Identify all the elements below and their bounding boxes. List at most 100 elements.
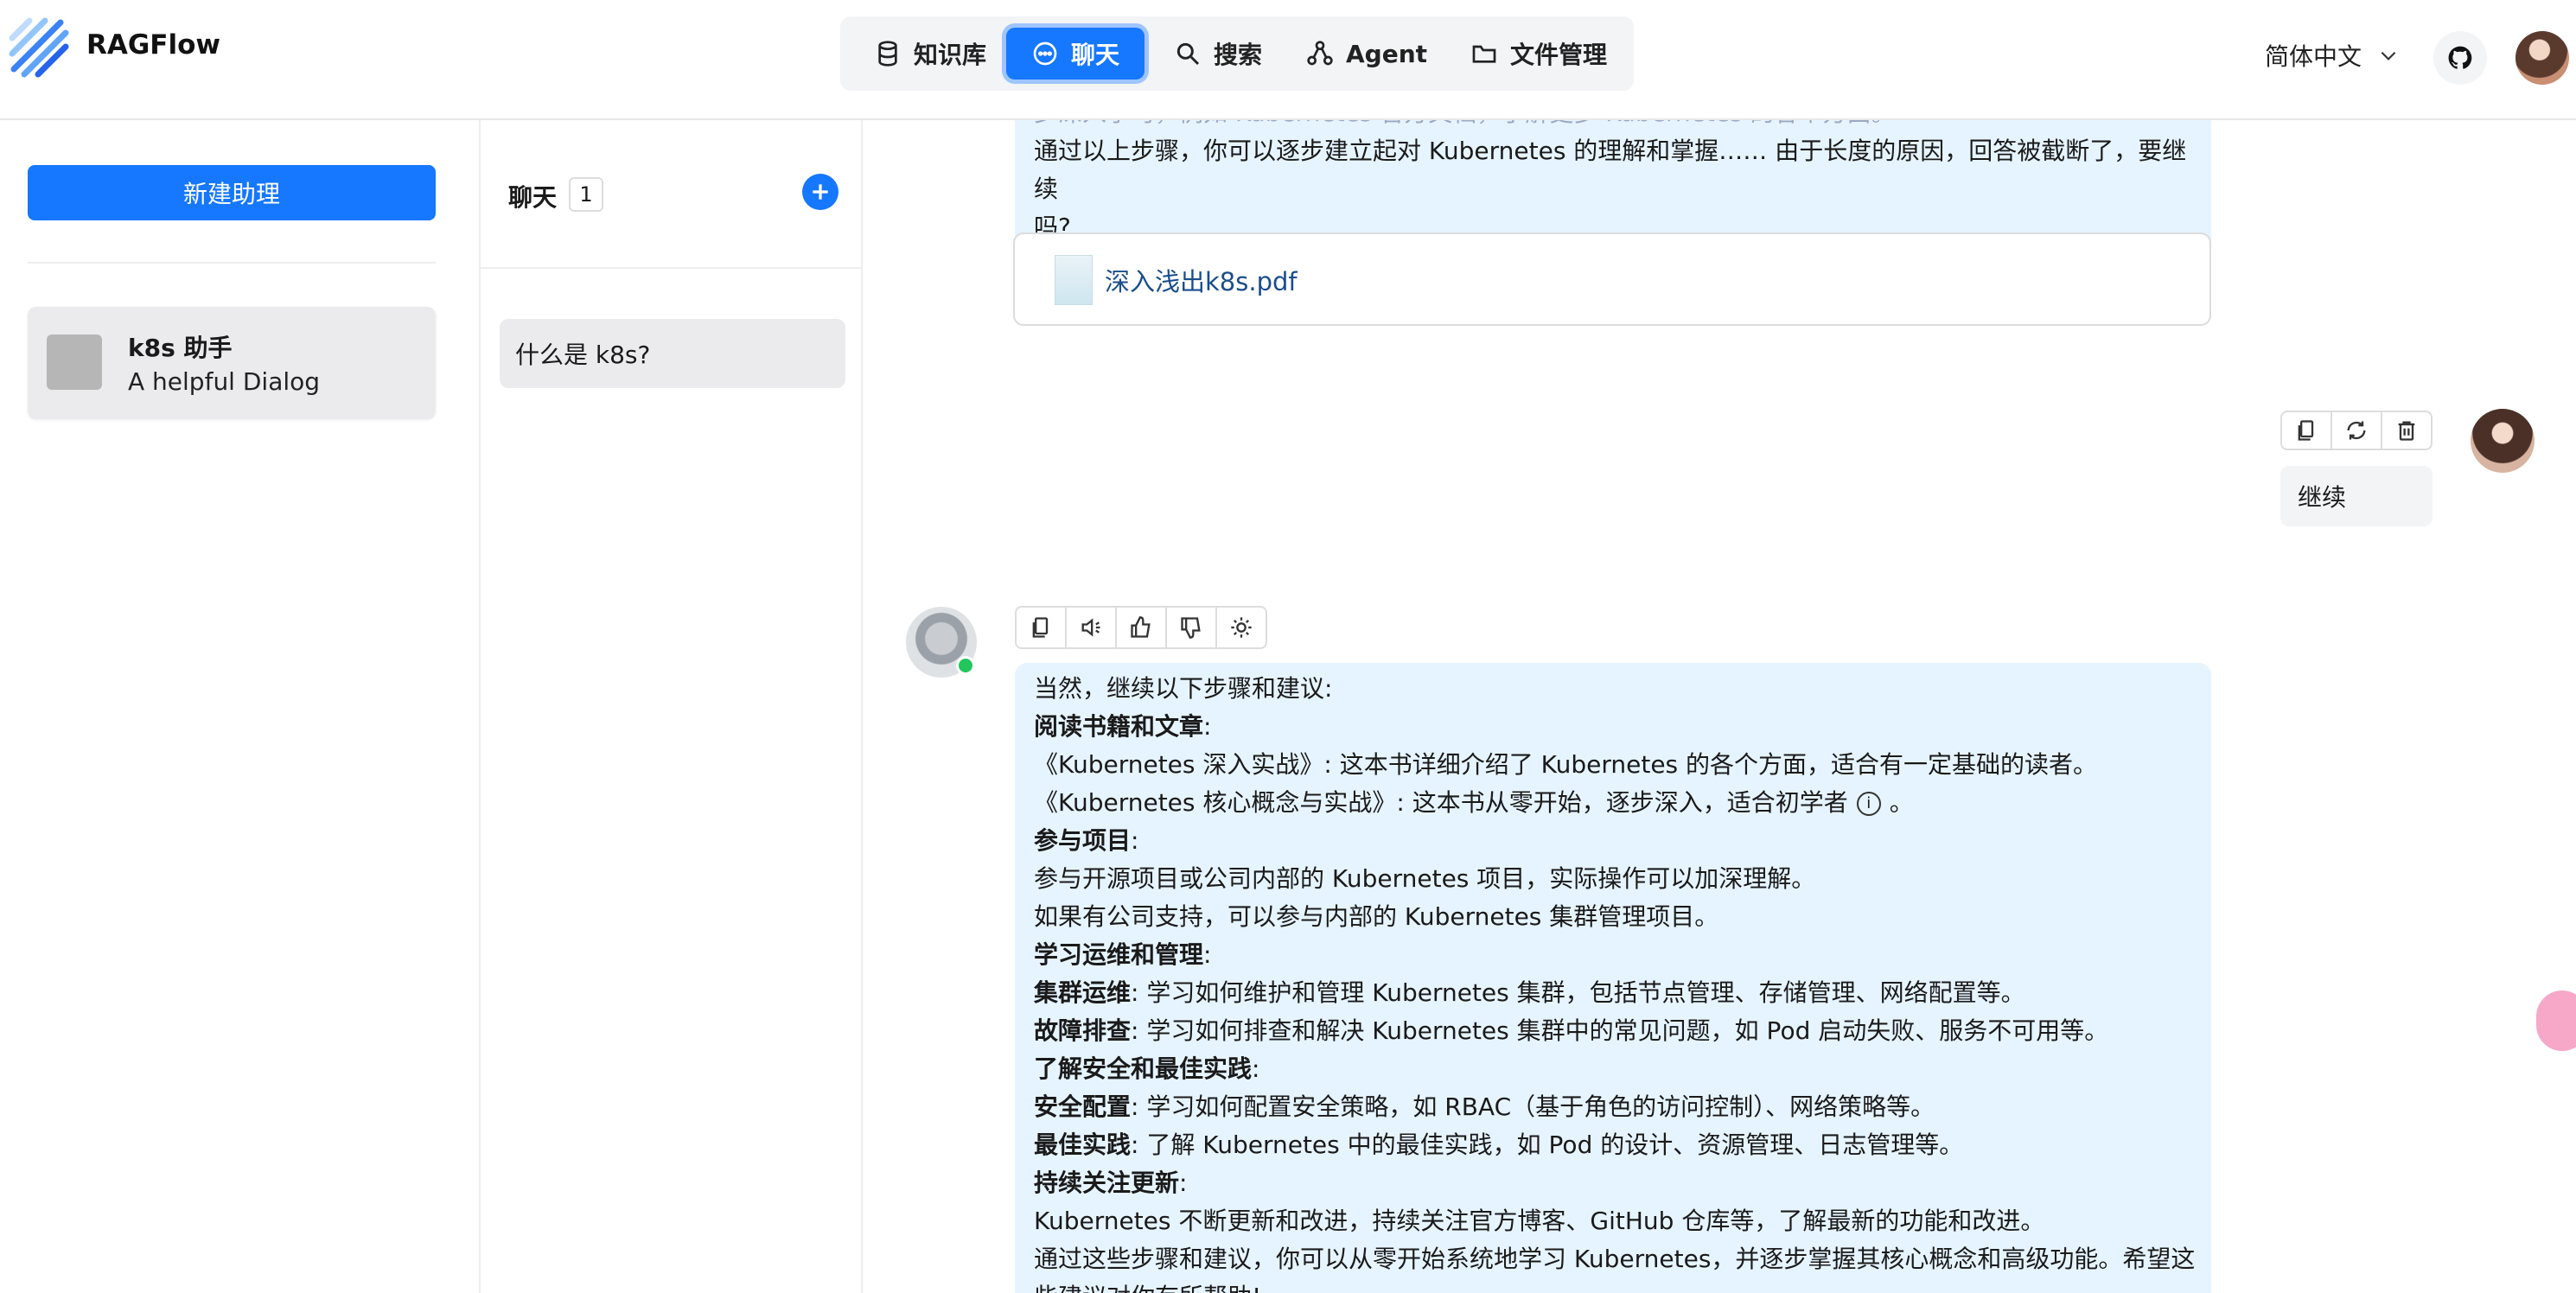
message-line: 了解安全和最佳实践: (1034, 1050, 2192, 1088)
line-text: : 学习如何维护和管理 Kubernetes 集群，包括节点管理、存储管理、网络… (1131, 978, 2025, 1007)
citation-info-icon[interactable]: i (1856, 792, 1881, 816)
thumbs-up-icon (1131, 616, 1151, 638)
line-text: 通过这些步骤和建议，你可以从零开始系统地学习 Kubernetes，并逐步掌握其… (1034, 1245, 2196, 1273)
main-nav: 知识库 聊天 搜索 Agent 文件管理 (840, 16, 1634, 91)
message-line: 参与开源项目或公司内部的 Kubernetes 项目，实际操作可以加深理解。 (1034, 860, 2192, 898)
thumbs-down-icon (1181, 617, 1201, 639)
speaker-icon (1081, 618, 1100, 637)
line-heading: 学习运维和管理 (1034, 940, 1204, 969)
message-line: 通过这些步骤和建议，你可以从零开始系统地学习 Kubernetes，并逐步掌握其… (1034, 1240, 2196, 1278)
conversation-count-badge: 1 (569, 177, 603, 212)
line-heading: 集群运维 (1034, 978, 1132, 1007)
folder-icon (1472, 45, 1496, 63)
nav-label: 文件管理 (1509, 41, 1607, 69)
nav-label: 搜索 (1213, 41, 1262, 69)
message-line: 步深入学习，例如 Kubernetes 官方文档，了解更多 Kubernetes… (1034, 120, 2192, 132)
line-text: 《Kubernetes 深入实战》: 这本书详细介绍了 Kubernetes 的… (1034, 750, 2098, 779)
line-heading: 最佳实践 (1034, 1131, 1132, 1159)
line-text: 《Kubernetes 核心概念与实战》: 这本书从零开始，逐步深入，适合初学者 (1034, 788, 1848, 817)
add-conversation-button[interactable] (802, 174, 838, 210)
search-icon (1176, 42, 1200, 66)
line-heading: 安全配置 (1034, 1092, 1132, 1121)
database-icon (878, 41, 897, 67)
divider (481, 267, 861, 269)
message-line: 最佳实践: 了解 Kubernetes 中的最佳实践，如 Pod 的设计、资源管… (1034, 1126, 2192, 1164)
message-line: 当然，继续以下步骤和建议: (1034, 670, 2192, 708)
user-avatar[interactable] (2515, 31, 2569, 85)
message-line: 些建议对你有所帮助! (1034, 1278, 2192, 1293)
line-heading: 持续关注更新 (1034, 1169, 1180, 1197)
online-status-dot (956, 656, 975, 675)
chat-icon (1033, 41, 1057, 66)
line-heading: 故障排查 (1034, 1016, 1132, 1045)
divider (28, 262, 436, 264)
assistant-message-toolbar (1015, 606, 1267, 649)
line-text: : 学习如何排查和解决 Kubernetes 集群中的常见问题，如 Pod 启动… (1131, 1016, 2109, 1045)
chevron-down-icon (2381, 51, 2396, 61)
plus-icon (813, 184, 828, 200)
github-icon (2448, 46, 2472, 69)
message-line: 阅读书籍和文章: (1034, 708, 2192, 746)
conversation-sidebar: 聊天 1 什么是 k8s? (481, 120, 863, 1293)
delete-button[interactable] (2382, 412, 2431, 449)
conversation-item[interactable]: 什么是 k8s? (500, 319, 845, 388)
like-button[interactable] (1117, 608, 1167, 647)
nav-agent[interactable]: Agent (1293, 28, 1440, 80)
line-text: : (1252, 1054, 1260, 1083)
nav-label: Agent (1345, 39, 1428, 68)
assistant-card[interactable]: k8s 助手 A helpful Dialog (28, 307, 436, 419)
brand-name[interactable]: RAGFlow (86, 29, 220, 61)
line-text: : 了解 Kubernetes 中的最佳实践，如 Pod 的设计、资源管理、日志… (1131, 1131, 1964, 1159)
line-text: : (1203, 712, 1212, 741)
line-text: : 学习如何配置安全策略，如 RBAC（基于角色的访问控制）、网络策略等。 (1131, 1092, 1935, 1121)
line-text: : (1203, 940, 1212, 969)
trash-icon (2398, 421, 2415, 441)
message-line: 持续关注更新: (1034, 1164, 2192, 1202)
lightbulb-icon (1231, 617, 1252, 638)
reference-document-card[interactable]: 深入浅出k8s.pdf (1013, 232, 2211, 326)
message-line: 《Kubernetes 深入实战》: 这本书详细介绍了 Kubernetes 的… (1034, 746, 2192, 784)
assistant-avatar (47, 334, 102, 390)
line-text: : (1179, 1169, 1188, 1197)
assistant-name: k8s 助手 (128, 334, 233, 362)
prompt-button[interactable] (1217, 608, 1266, 647)
message-line: 故障排查: 学习如何排查和解决 Kubernetes 集群中的常见问题，如 Po… (1034, 1012, 2192, 1050)
message-line: Kubernetes 不断更新和改进，持续关注官方博客、GitHub 仓库等，了… (1034, 1202, 2192, 1240)
dislike-button[interactable] (1167, 608, 1217, 647)
nav-chat[interactable]: 聊天 (1006, 28, 1145, 80)
copy-button[interactable] (2282, 412, 2332, 449)
message-line: 如果有公司支持，可以参与内部的 Kubernetes 集群管理项目。 (1034, 898, 2192, 936)
floating-translate-button[interactable] (2536, 990, 2576, 1051)
nav-label: 聊天 (1070, 41, 1119, 69)
refresh-icon (2347, 421, 2366, 440)
nav-file-management[interactable]: 文件管理 (1452, 28, 1625, 80)
chat-messages-area[interactable]: 步深入学习，例如 Kubernetes 官方文档，了解更多 Kubernetes… (863, 120, 2576, 1293)
user-message-bubble: 继续 (2280, 466, 2433, 526)
read-aloud-button[interactable] (1067, 608, 1117, 647)
copy-icon (1032, 617, 1049, 638)
line-text: 当然，继续以下步骤和建议: (1034, 674, 1333, 703)
new-assistant-button[interactable]: 新建助理 (28, 165, 436, 220)
line-text: : (1131, 826, 1139, 855)
nav-knowledge-base[interactable]: 知识库 (856, 28, 1004, 80)
assistant-sidebar: 新建助理 k8s 助手 A helpful Dialog (0, 120, 481, 1293)
github-button[interactable] (2433, 31, 2487, 85)
nav-search[interactable]: 搜索 (1150, 28, 1286, 80)
line-text: 参与开源项目或公司内部的 Kubernetes 项目，实际操作可以加深理解。 (1034, 864, 1816, 893)
pdf-thumbnail-icon (1055, 255, 1093, 305)
line-text: Kubernetes 不断更新和改进，持续关注官方博客、GitHub 仓库等，了… (1034, 1207, 2045, 1235)
language-select[interactable]: 简体中文 (2265, 38, 2400, 73)
line-text: 如果有公司支持，可以参与内部的 Kubernetes 集群管理项目。 (1034, 902, 1719, 931)
message-line: 参与项目: (1034, 822, 2192, 860)
message-line: 集群运维: 学习如何维护和管理 Kubernetes 集群，包括节点管理、存储管… (1034, 974, 2192, 1012)
reference-document-name[interactable]: 深入浅出k8s.pdf (1105, 262, 1298, 298)
regenerate-button[interactable] (2332, 412, 2382, 449)
message-line: 《Kubernetes 核心概念与实战》: 这本书从零开始，逐步深入，适合初学者… (1034, 784, 2192, 822)
agent-icon (1307, 41, 1333, 66)
line-text: 些建议对你有所帮助! (1034, 1283, 1261, 1293)
message-line: 安全配置: 学习如何配置安全策略，如 RBAC（基于角色的访问控制）、网络策略等… (1034, 1088, 2192, 1126)
conversation-list-title: 聊天 (508, 183, 558, 212)
copy-button[interactable] (1017, 608, 1067, 647)
ragflow-logo-icon[interactable] (9, 17, 71, 78)
line-heading: 参与项目 (1034, 826, 1132, 855)
